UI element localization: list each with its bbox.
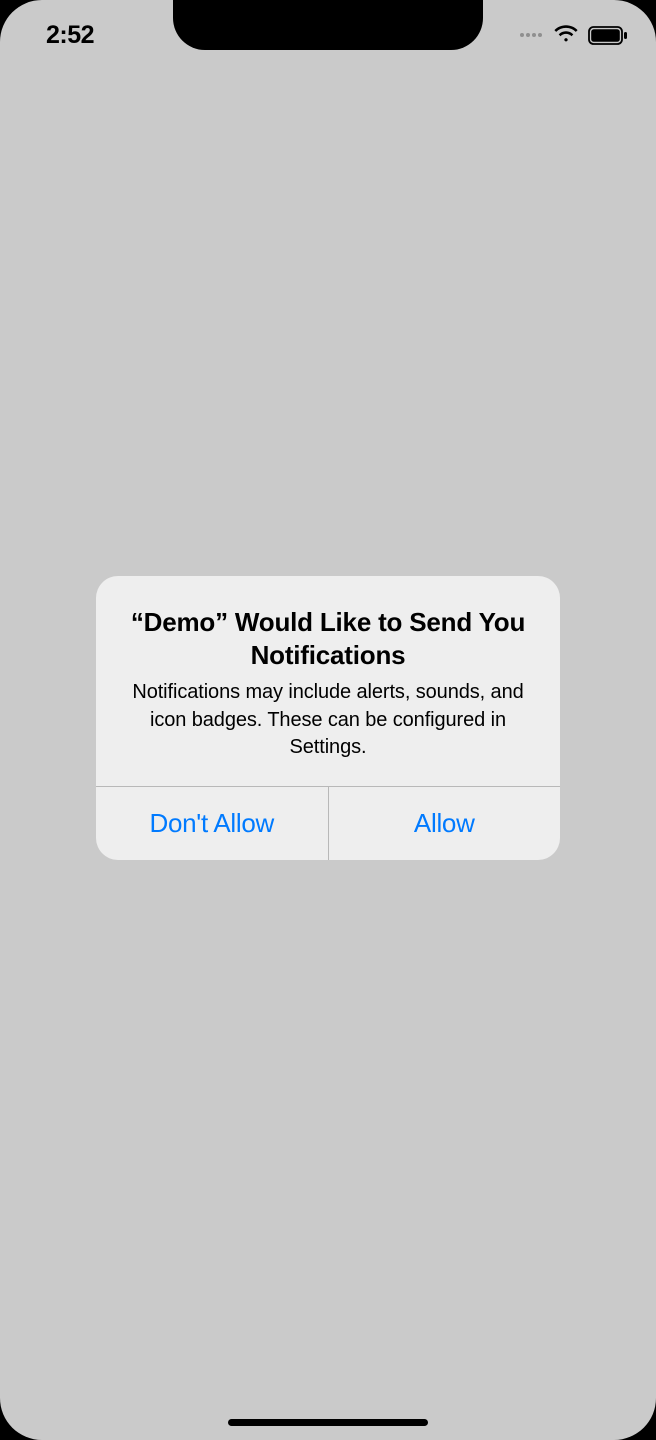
alert-button-row: Don't Allow Allow bbox=[96, 786, 560, 860]
dont-allow-button[interactable]: Don't Allow bbox=[96, 787, 329, 860]
battery-icon bbox=[588, 26, 628, 45]
alert-content: “Demo” Would Like to Send You Notificati… bbox=[96, 576, 560, 786]
device-notch bbox=[173, 0, 483, 50]
wifi-icon bbox=[553, 25, 579, 45]
device-screen: 2:52 “Demo” Would Like to Send You Notif… bbox=[0, 0, 656, 1440]
breadcrumb-dots-icon bbox=[520, 33, 542, 37]
alert-title: “Demo” Would Like to Send You Notificati… bbox=[122, 606, 534, 671]
home-indicator[interactable] bbox=[228, 1419, 428, 1426]
alert-message: Notifications may include alerts, sounds… bbox=[122, 679, 534, 762]
status-time: 2:52 bbox=[28, 21, 94, 50]
allow-button[interactable]: Allow bbox=[329, 787, 561, 860]
notification-permission-alert: “Demo” Would Like to Send You Notificati… bbox=[96, 576, 560, 860]
status-indicators bbox=[520, 25, 628, 45]
